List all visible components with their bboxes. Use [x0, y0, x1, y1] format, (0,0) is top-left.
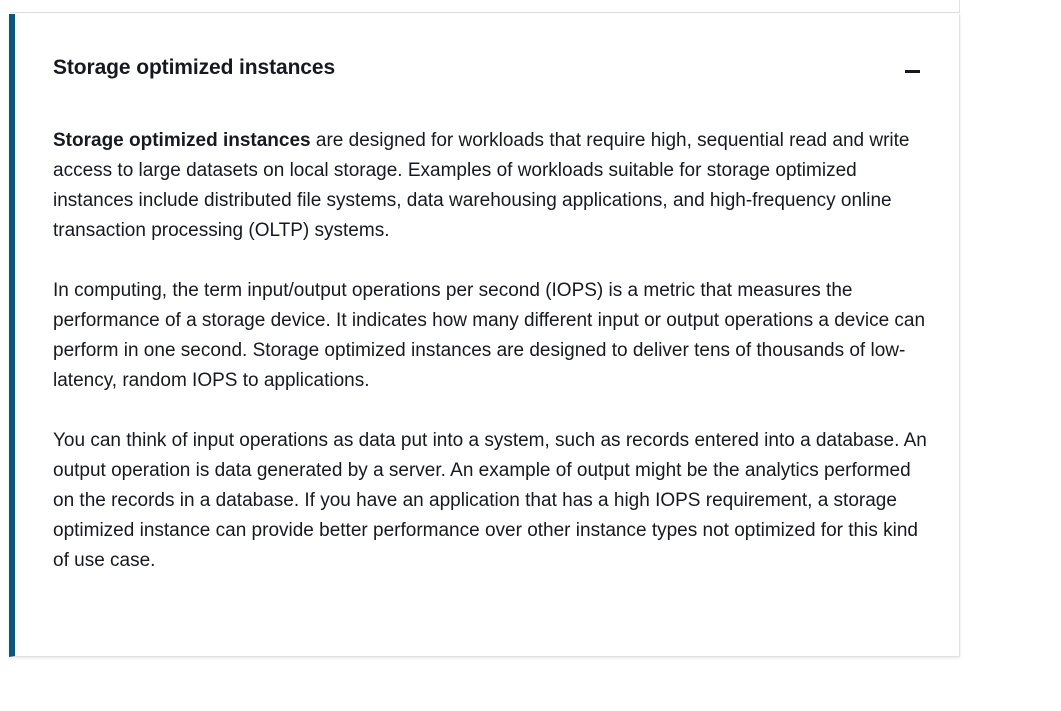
section-title: Storage optimized instances: [53, 56, 336, 79]
paragraph-input-output: You can think of input operations as dat…: [53, 430, 927, 571]
minus-icon[interactable]: [903, 60, 923, 80]
minus-icon-bar: [905, 70, 920, 73]
section-body: Storage optimized instances are designed…: [53, 126, 927, 606]
paragraph-storage-optimized: Storage optimized instances are designed…: [53, 126, 927, 246]
paragraph-iops: In computing, the term input/output oper…: [53, 280, 926, 391]
section-header[interactable]: Storage optimized instances: [53, 54, 921, 84]
expandable-section: Storage optimized instances Storage opti…: [9, 14, 960, 657]
paragraph-lead-term: Storage optimized instances: [53, 130, 311, 151]
previous-card-edge: [10, 0, 960, 13]
